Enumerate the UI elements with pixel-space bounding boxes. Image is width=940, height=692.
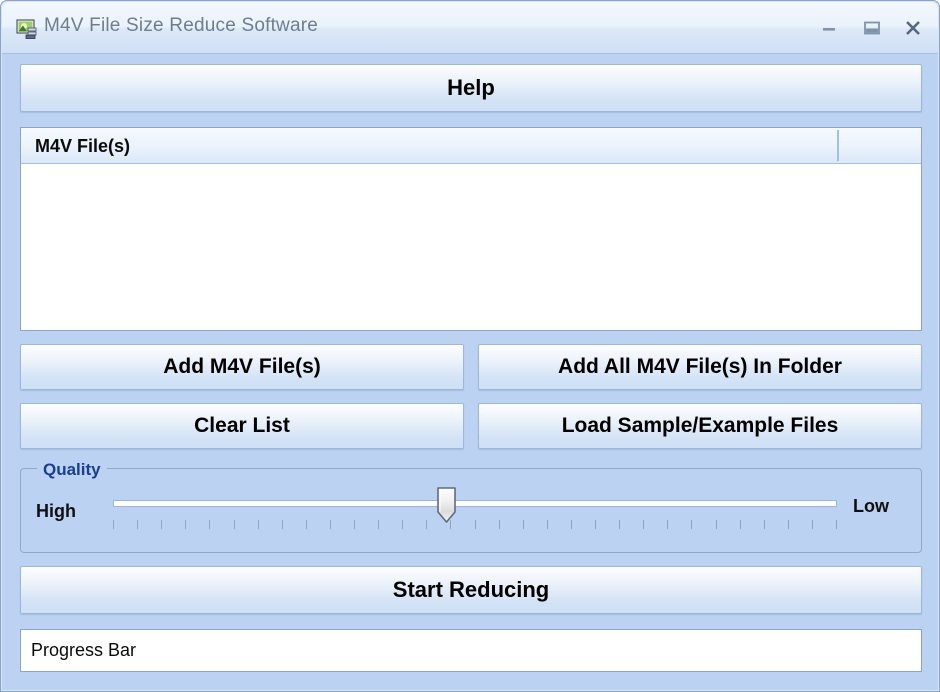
maximize-icon[interactable] [857, 14, 887, 42]
quality-group [20, 468, 922, 553]
progress-bar: Progress Bar [20, 629, 922, 672]
start-reducing-label: Start Reducing [392, 577, 550, 602]
quality-slider-ticks [113, 520, 837, 530]
add-all-m4v-files-in-folder-label: Add All M4V File(s) In Folder [558, 355, 842, 378]
minimize-icon[interactable] [814, 14, 844, 42]
quality-slider-track[interactable] [113, 500, 837, 507]
clear-list-label: Clear List [194, 414, 290, 437]
help-button-label: Help [447, 75, 495, 100]
quality-group-legend: Quality [37, 460, 107, 480]
start-reducing-button[interactable]: Start Reducing [20, 566, 922, 614]
quality-slider-thumb[interactable] [436, 486, 457, 524]
window-title: M4V File Size Reduce Software [44, 15, 319, 36]
quality-high-label: High [36, 501, 76, 521]
quality-low-label: Low [853, 496, 889, 516]
app-video-icon [16, 18, 38, 40]
add-m4v-files-button[interactable]: Add M4V File(s) [20, 344, 464, 390]
add-all-m4v-files-in-folder-button[interactable]: Add All M4V File(s) In Folder [478, 344, 922, 390]
close-icon[interactable] [898, 14, 928, 42]
help-button[interactable]: Help [20, 64, 922, 112]
progress-bar-label: Progress Bar [31, 640, 137, 660]
title-bar: M4V File Size Reduce Software [2, 2, 938, 54]
load-sample-files-button[interactable]: Load Sample/Example Files [478, 403, 922, 449]
application-window: M4V File Size Reduce Software Help M4V F… [0, 0, 940, 692]
column-resize-handle[interactable] [837, 130, 839, 161]
load-sample-files-label: Load Sample/Example Files [561, 414, 839, 437]
clear-list-button[interactable]: Clear List [20, 403, 464, 449]
file-list-column-header: M4V File(s) [35, 136, 131, 156]
add-m4v-files-label: Add M4V File(s) [163, 355, 321, 378]
file-list[interactable]: M4V File(s) [20, 127, 922, 331]
file-list-header: M4V File(s) [21, 128, 921, 164]
file-list-body[interactable] [21, 164, 921, 330]
